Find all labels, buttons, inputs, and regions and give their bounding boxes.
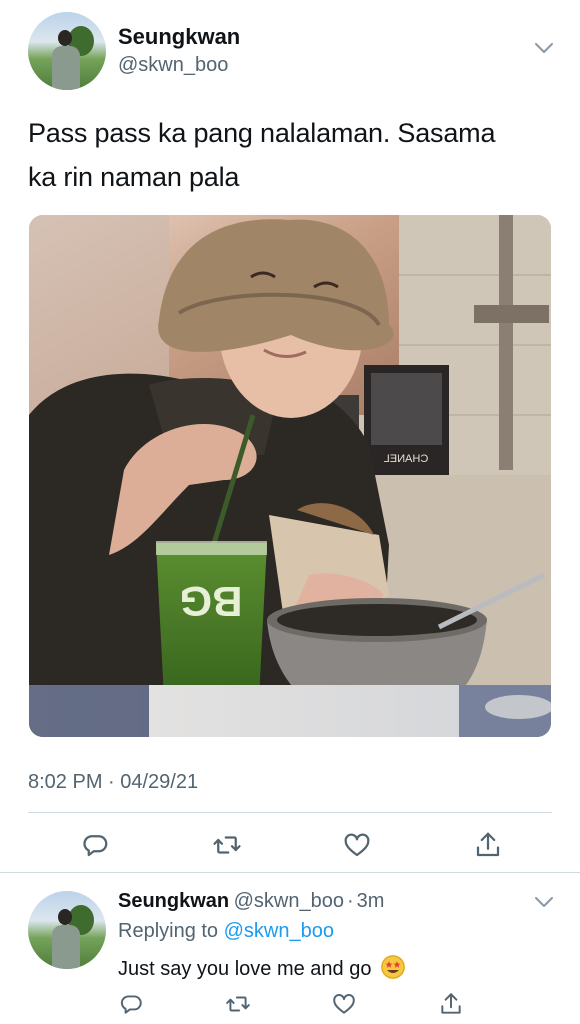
- heart-icon[interactable]: [342, 830, 372, 860]
- replying-to-label: Replying to: [118, 920, 219, 942]
- author-avatar[interactable]: [28, 12, 106, 90]
- heart-icon[interactable]: [331, 991, 357, 1017]
- photo-illustration: CHANEL BG: [29, 215, 551, 737]
- cup-logo-text: BG: [180, 578, 243, 625]
- star-struck-emoji-icon: [381, 955, 406, 979]
- chevron-down-icon[interactable]: [533, 894, 555, 910]
- reply-icon[interactable]: [118, 991, 144, 1017]
- reply-text-content: Just say you love me and go: [118, 958, 372, 980]
- tweet-photo[interactable]: CHANEL BG: [29, 215, 551, 737]
- chevron-down-icon[interactable]: [533, 40, 555, 56]
- reply-author-avatar[interactable]: [28, 891, 106, 969]
- svg-text:CHANEL: CHANEL: [384, 453, 429, 465]
- avatar-figure-body: [52, 925, 80, 969]
- reply-author-handle[interactable]: @skwn_boo: [234, 890, 344, 912]
- author-handle[interactable]: @skwn_boo: [118, 54, 228, 77]
- tweet-timestamp[interactable]: 8:02 PM · 04/29/21: [28, 771, 198, 794]
- divider: [28, 812, 552, 813]
- avatar-figure-head: [58, 909, 72, 925]
- avatar-figure-body: [52, 46, 80, 90]
- reply-separator: ·: [346, 890, 354, 912]
- reply-author-name[interactable]: Seungkwan: [118, 890, 229, 912]
- tweet-text-line-2: ka rin naman pala: [28, 162, 240, 192]
- author-name[interactable]: Seungkwan: [118, 24, 240, 50]
- retweet-icon[interactable]: [225, 991, 251, 1017]
- avatar-figure-head: [58, 30, 72, 46]
- reply-time[interactable]: 3m: [357, 890, 385, 912]
- reply-icon[interactable]: [80, 830, 110, 860]
- share-icon[interactable]: [473, 830, 503, 860]
- reply-header: Seungkwan @skwn_boo · 3m: [118, 890, 384, 913]
- reply-text: Just say you love me and go: [118, 955, 406, 981]
- retweet-icon[interactable]: [212, 830, 242, 860]
- replying-to: Replying to @skwn_boo: [118, 920, 334, 943]
- divider: [0, 872, 580, 873]
- share-icon[interactable]: [438, 991, 464, 1017]
- tweet-text-line-1: Pass pass ka pang nalalaman. Sasama: [28, 118, 496, 148]
- replying-to-mention[interactable]: @skwn_boo: [224, 920, 334, 942]
